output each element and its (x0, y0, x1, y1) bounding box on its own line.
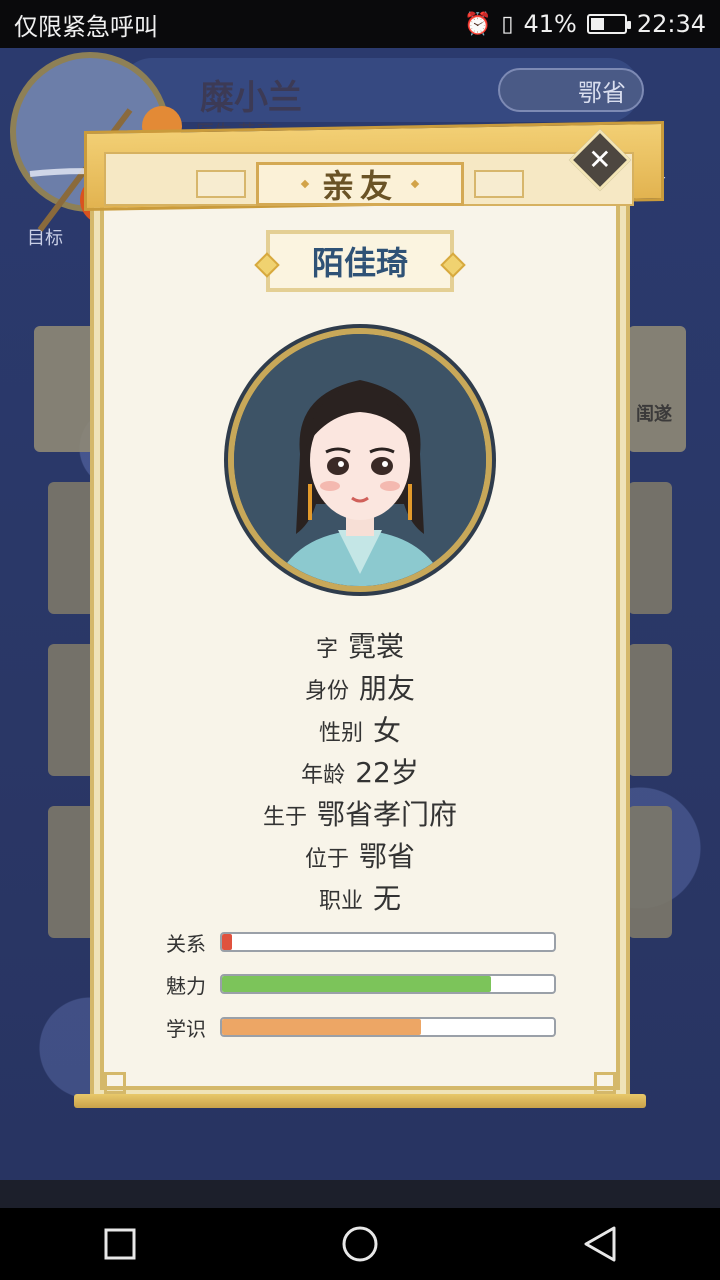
info-value: 朋友 (359, 672, 416, 705)
stat-bar-fill (222, 1019, 422, 1035)
stat-relationship: 关系 (166, 929, 556, 956)
dialog-title: 亲友 (321, 167, 398, 205)
square-icon (104, 1228, 136, 1260)
status-icons: ⏰ ▯ 41% 22:34 (464, 10, 706, 38)
character-name-tag: 陌佳琦 (266, 230, 454, 292)
diamond-icon (410, 179, 420, 189)
info-row-birthplace: 生于 鄂省孝门府 (90, 793, 630, 835)
player-name: 糜小兰 (200, 78, 302, 118)
info-key: 身份 (304, 679, 349, 704)
info-row-age: 年龄 22岁 (90, 751, 630, 793)
home-button[interactable] (320, 1214, 400, 1274)
info-value: 鄂省 (359, 840, 416, 873)
info-row-identity: 身份 朋友 (90, 667, 630, 709)
sim-icon: ▯ (501, 11, 514, 37)
region-button[interactable]: 鄂省 (498, 68, 644, 112)
carrier-text: 仅限紧急呼叫 (14, 12, 158, 41)
stat-label: 魅力 (166, 973, 206, 998)
game-bottom-bar (0, 1180, 720, 1208)
info-row-occupation: 职业 无 (90, 877, 630, 919)
alarm-icon: ⏰ (463, 11, 492, 37)
stat-bar (220, 974, 556, 994)
back-button[interactable] (560, 1214, 640, 1274)
info-key: 年龄 (301, 763, 346, 788)
info-key: 性别 (318, 721, 363, 746)
background-card (628, 806, 672, 938)
stat-charm: 魅力 (166, 971, 556, 998)
info-value: 无 (373, 882, 402, 915)
header-ornament-right (474, 170, 524, 198)
triangle-back-icon (584, 1226, 616, 1262)
close-icon: ✕ (588, 143, 612, 176)
stat-label: 学识 (166, 1016, 206, 1041)
clock: 22:34 (636, 10, 706, 38)
stat-bar (220, 932, 556, 952)
character-info-list: 字 霓裳 身份 朋友 性别 女 年龄 22岁 生于 鄂省孝门府 位于 鄂省 职业… (90, 625, 630, 919)
info-key: 位于 (304, 847, 349, 872)
info-value: 22岁 (355, 756, 419, 789)
status-bar: 仅限紧急呼叫 ⏰ ▯ 41% 22:34 (0, 0, 720, 48)
stat-bar-fill (222, 976, 491, 992)
dialog-title-box: 亲友 (256, 162, 464, 206)
stat-bar (220, 1017, 556, 1037)
frame-corner-ornament (594, 1072, 616, 1094)
recent-apps-button[interactable] (80, 1214, 160, 1274)
diamond-icon (300, 179, 310, 189)
info-key: 职业 (318, 889, 363, 914)
stat-knowledge: 学识 (166, 1014, 556, 1041)
stat-label: 关系 (166, 931, 206, 956)
info-value: 鄂省孝门府 (317, 798, 458, 831)
info-value: 女 (373, 714, 402, 747)
info-row-location: 位于 鄂省 (90, 835, 630, 877)
info-row-gender: 性别 女 (90, 709, 630, 751)
info-row-courtesy-name: 字 霓裳 (90, 625, 630, 667)
character-name: 陌佳琦 (311, 244, 408, 282)
battery-icon (586, 14, 631, 34)
info-value: 霓裳 (348, 630, 405, 663)
circle-icon (342, 1226, 378, 1262)
background-card-text: 闺遂 (636, 404, 672, 425)
background-card (628, 326, 686, 452)
stat-bar-fill (222, 934, 232, 950)
frame-corner-ornament (104, 1072, 126, 1094)
background-card (628, 482, 672, 614)
dialog-base-rail (74, 1094, 646, 1108)
info-key: 生于 (262, 805, 307, 830)
system-nav-bar (0, 1208, 720, 1280)
character-portrait (228, 328, 492, 592)
header-ornament-left (196, 170, 246, 198)
info-key: 字 (315, 637, 338, 662)
battery-level (590, 18, 604, 30)
background-card (628, 644, 672, 776)
character-portrait-illustration (234, 334, 486, 586)
battery-percent: 41% (523, 10, 577, 38)
